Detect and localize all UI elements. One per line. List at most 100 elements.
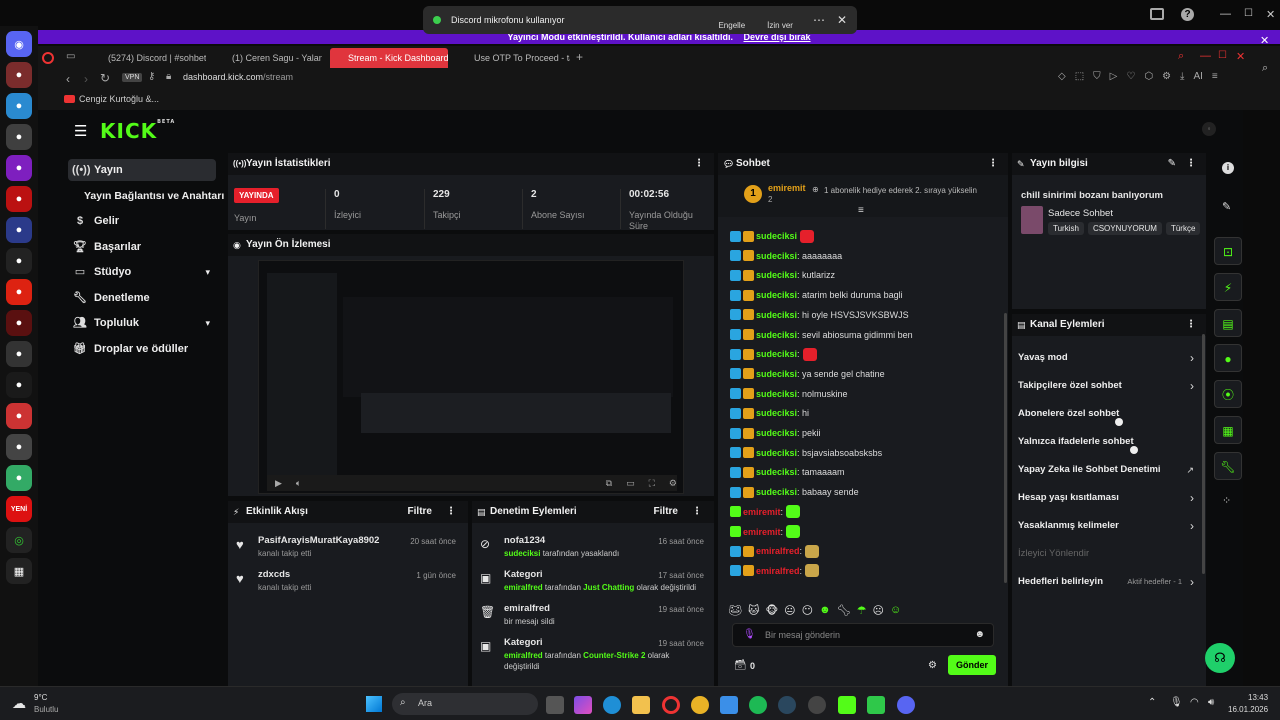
minimize-icon[interactable]: — — [1220, 8, 1231, 20]
cube-icon[interactable]: ⬡ — [1144, 71, 1153, 82]
send-button[interactable]: Gönder — [948, 655, 996, 675]
mic-tray-icon[interactable]: 🎙︎ — [1170, 697, 1183, 708]
more-icon[interactable]: ⋮ — [1186, 153, 1196, 175]
more-icon[interactable]: ⋮ — [988, 153, 998, 175]
followers-only-row[interactable]: Takipçilere özel sohbet › — [1012, 372, 1202, 400]
server-icon[interactable]: ● — [6, 434, 32, 460]
clock-date[interactable]: 16.01.2026 — [1228, 705, 1268, 714]
account-age-row[interactable]: Hesap yaşı kısıtlaması › — [1012, 484, 1202, 512]
server-icon[interactable]: ● — [6, 279, 32, 305]
nav-item-yayin[interactable]: ((•)) Yayın — [68, 159, 216, 181]
nav-item-denetleme[interactable]: 🔧︎ Denetleme — [68, 287, 216, 309]
server-icon[interactable]: ◎ — [6, 527, 32, 553]
scrollbar[interactable] — [1202, 334, 1205, 574]
apps-icon[interactable]: ⁘ — [1222, 494, 1231, 507]
broadcast-icon[interactable]: ⦿ — [1214, 380, 1242, 408]
maximize-browser-icon[interactable]: ☐ — [1218, 50, 1227, 61]
notes-icon[interactable]: ▤ — [1214, 309, 1242, 337]
more-icon[interactable]: ⋮ — [1186, 314, 1196, 336]
new-badge[interactable]: YENİ — [6, 496, 32, 522]
volume-icon[interactable]: 🔈︎ — [296, 478, 301, 489]
expand-icon[interactable]: ≡ — [858, 205, 864, 216]
edit-icon[interactable]: ✎ — [1222, 200, 1231, 213]
server-icon[interactable]: ● — [6, 465, 32, 491]
support-button[interactable]: ☊ — [1205, 643, 1235, 673]
side-search-icon[interactable]: ⌕ — [1262, 62, 1268, 75]
tab-kick-dashboard[interactable]: Stream - Kick Dashboard — [330, 48, 448, 68]
focus-icon[interactable]: ⊡ — [1214, 237, 1242, 265]
settings-icon[interactable]: ⚙ — [669, 478, 677, 489]
close-icon[interactable]: ✕ — [837, 13, 847, 27]
store-icon[interactable] — [720, 696, 738, 714]
server-icon[interactable]: ● — [6, 341, 32, 367]
nav-item-gelir[interactable]: $ Gelir — [68, 210, 216, 232]
emote-icon[interactable]: 🐵︎ — [765, 604, 778, 617]
play-icon[interactable]: ▷ — [1110, 71, 1118, 82]
start-icon[interactable] — [366, 696, 382, 712]
chat-username[interactable]: emiremit — [743, 507, 781, 517]
browser-logo-icon[interactable] — [42, 52, 54, 64]
vpn-icon[interactable]: VPN — [122, 73, 143, 82]
pip-icon[interactable]: ⧉ — [606, 478, 612, 489]
chat-input[interactable]: 🎙︎ Bir mesaj gönderin ☻ — [732, 623, 994, 647]
more-icon[interactable]: ⋮ — [692, 501, 702, 523]
menu-icon[interactable]: ≡ — [1212, 71, 1218, 82]
wifi-icon[interactable]: ◠ — [1190, 697, 1199, 708]
category-name[interactable]: Sadece Sohbet — [1048, 208, 1113, 219]
chat-username[interactable]: sudeciksi — [756, 389, 797, 399]
nav-item-studyo[interactable]: ▭ Stüdyo ▾ — [68, 261, 216, 283]
url-field[interactable]: dashboard.kick.com/stream — [183, 72, 293, 82]
search-tabs-icon[interactable]: ⌕ — [1178, 50, 1184, 63]
edge-icon[interactable] — [603, 696, 621, 714]
banned-words-row[interactable]: Yasaklanmış kelimeler › — [1012, 512, 1202, 540]
more-icon[interactable]: ⋯ — [813, 13, 825, 27]
taskbar-search[interactable]: ⌕ Ara — [392, 693, 538, 715]
kick-logo[interactable]: KICKBETA — [100, 119, 175, 143]
server-icon[interactable]: ● — [6, 124, 32, 150]
back-icon[interactable]: ‹ — [66, 72, 70, 86]
server-icon[interactable]: ● — [6, 93, 32, 119]
tag[interactable]: CSOYNUYORUM — [1087, 222, 1162, 235]
screenshot-icon[interactable] — [1150, 8, 1164, 20]
tab-discord[interactable]: (5274) Discord | #sohbet — [86, 48, 206, 68]
slow-mode-row[interactable]: Yavaş mod › — [1012, 344, 1202, 372]
scrollbar[interactable] — [1004, 313, 1007, 583]
app-icon[interactable] — [808, 696, 826, 714]
tray-chevron-icon[interactable]: ⌃ — [1148, 697, 1156, 708]
chat-username[interactable]: sudeciksi — [756, 428, 797, 438]
server-icon[interactable]: ● — [6, 155, 32, 181]
block-button[interactable]: Engelle — [718, 11, 745, 30]
preview-video[interactable]: ▶ 🔈︎ ⧉ ▭ ⛶ ⚙ — [258, 260, 684, 494]
weather-icon[interactable]: ☁ — [12, 695, 26, 712]
ai-moderation-row[interactable]: Yapay Zeka ile Sohbet Denetimi ↗ — [1012, 456, 1202, 484]
fullscreen-icon[interactable]: ⛶ — [649, 478, 655, 489]
close-browser-icon[interactable]: ✕ — [1236, 50, 1245, 63]
chat-username[interactable]: sudeciksi — [756, 290, 797, 300]
tab-youtube[interactable]: (1) Ceren Sagu - Yalan — [210, 48, 322, 68]
goals-row[interactable]: Hedefleri belirleyin Aktif hedefler - 1 › — [1012, 568, 1202, 596]
close-window-icon[interactable]: ✕ — [1266, 8, 1275, 21]
emote-icon[interactable]: 🐸︎ — [728, 604, 742, 617]
extensions-icon[interactable]: ⚙ — [1162, 71, 1171, 82]
discord-taskbar-icon[interactable] — [897, 696, 915, 714]
emoji-icon[interactable]: ☻ — [974, 629, 985, 640]
filter-button[interactable]: Filtre — [654, 501, 678, 523]
more-icon[interactable]: ⋮ — [446, 501, 456, 523]
chat-settings-icon[interactable]: ⚙ — [928, 660, 937, 671]
spotify-icon[interactable] — [749, 696, 767, 714]
more-icon[interactable]: ⋮ — [694, 153, 704, 175]
mic-icon[interactable]: 🎙︎ — [743, 629, 756, 640]
emote-icon[interactable]: 🦴︎ — [837, 604, 851, 617]
chat-bubble-icon[interactable]: ● — [1214, 344, 1242, 372]
steam-icon[interactable] — [778, 696, 796, 714]
new-tab-icon[interactable]: + — [576, 50, 583, 64]
kick-studio-icon[interactable] — [867, 696, 885, 714]
reload-icon[interactable]: ↻ — [100, 71, 110, 85]
explorer-icon[interactable] — [632, 696, 650, 714]
copilot-icon[interactable] — [574, 696, 592, 714]
kick-app-icon[interactable] — [838, 696, 856, 714]
chat-username[interactable]: sudeciksi — [756, 467, 797, 477]
chat-username[interactable]: sudeciksi — [756, 448, 797, 458]
chat-username[interactable]: sudeciksi — [756, 310, 797, 320]
chat-username[interactable]: sudeciksi — [756, 369, 797, 379]
